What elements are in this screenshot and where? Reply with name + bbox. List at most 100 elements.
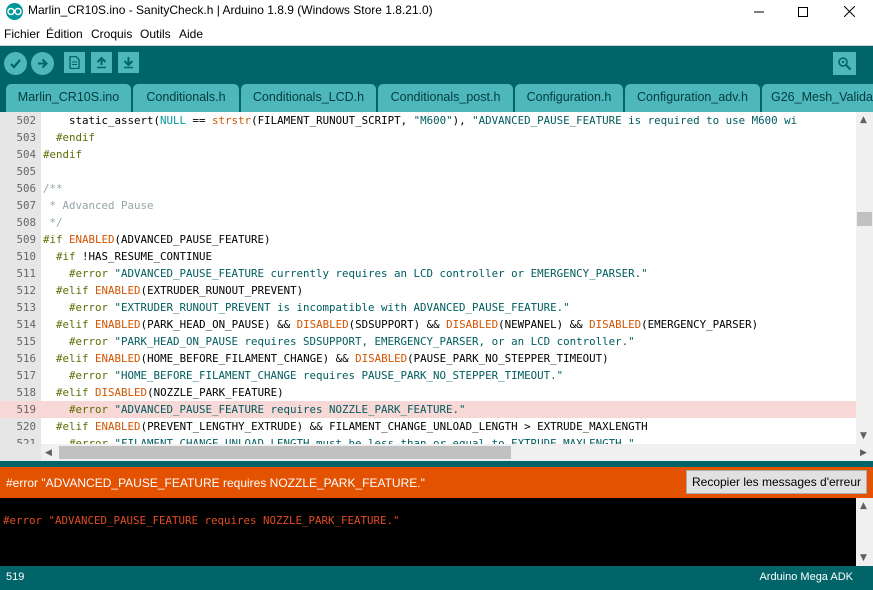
code-line[interactable]: 513 #error "EXTRUDER_RUNOUT_PREVENT is i… bbox=[0, 299, 856, 316]
code-text: #elif DISABLED(NOZZLE_PARK_FEATURE) bbox=[56, 386, 284, 399]
code-line[interactable]: 521 #error "FILAMENT_CHANGE_UNLOAD_LENGT… bbox=[0, 435, 856, 444]
line-number: 520 bbox=[16, 420, 36, 433]
code-line[interactable]: 502 static_assert(NULL == strstr(FILAMEN… bbox=[0, 112, 856, 129]
close-button[interactable] bbox=[826, 0, 872, 23]
code-text: static_assert(NULL == strstr(FILAMENT_RU… bbox=[43, 114, 798, 127]
code-text: /** bbox=[43, 182, 63, 195]
editor-vertical-scrollbar[interactable]: ▲ ▼ bbox=[856, 112, 873, 444]
code-text: #elif ENABLED(PREVENT_LENGTHY_EXTRUDE) &… bbox=[56, 420, 648, 433]
status-board-name: Arduino Mega ADK bbox=[759, 571, 853, 583]
scroll-left-icon[interactable]: ◀ bbox=[45, 448, 52, 458]
tab-conditionals-post-h[interactable]: Conditionals_post.h bbox=[378, 84, 513, 112]
menu-outils[interactable]: Outils bbox=[140, 27, 171, 41]
code-line[interactable]: 510 #if !HAS_RESUME_CONTINUE bbox=[0, 248, 856, 265]
code-line[interactable]: 503 #endif bbox=[0, 129, 856, 146]
tab-conditionals-lcd-h[interactable]: Conditionals_LCD.h bbox=[241, 84, 376, 112]
console-text: #error "ADVANCED_PAUSE_FEATURE requires … bbox=[3, 514, 400, 527]
code-text: #elif ENABLED(PARK_HEAD_ON_PAUSE) && DIS… bbox=[56, 318, 759, 331]
code-text: * Advanced Pause bbox=[43, 199, 154, 212]
menu-bar: Fichier Édition Croquis Outils Aide bbox=[0, 23, 873, 45]
line-number: 505 bbox=[16, 165, 36, 178]
line-number: 504 bbox=[16, 148, 36, 161]
code-line[interactable]: 506 /** bbox=[0, 180, 856, 197]
maximize-button[interactable] bbox=[780, 0, 826, 23]
line-number: 509 bbox=[16, 233, 36, 246]
code-line[interactable]: 514 #elif ENABLED(PARK_HEAD_ON_PAUSE) &&… bbox=[0, 316, 856, 333]
code-text: #error "EXTRUDER_RUNOUT_PREVENT is incom… bbox=[69, 301, 570, 314]
tab-marlin-cr10s-ino[interactable]: Marlin_CR10S.ino bbox=[6, 84, 131, 112]
scroll-down-icon[interactable]: ▼ bbox=[860, 431, 867, 441]
console-scroll-down-icon[interactable]: ▼ bbox=[860, 553, 867, 563]
tab-conditionals-h[interactable]: Conditionals.h bbox=[133, 84, 239, 112]
code-text: #elif ENABLED(EXTRUDER_RUNOUT_PREVENT) bbox=[56, 284, 304, 297]
editor-horizontal-scrollbar[interactable]: ◀ ▶ bbox=[41, 444, 873, 461]
code-line[interactable]: 517 #error "HOME_BEFORE_FILAMENT_CHANGE … bbox=[0, 367, 856, 384]
code-text: #error "FILAMENT_CHANGE_UNLOAD_LENGTH mu… bbox=[69, 437, 635, 444]
code-line[interactable]: 518 #elif DISABLED(NOZZLE_PARK_FEATURE) bbox=[0, 384, 856, 401]
toolbar bbox=[0, 45, 873, 79]
line-number: 506 bbox=[16, 182, 36, 195]
line-number: 518 bbox=[16, 386, 36, 399]
code-text: #if ENABLED(ADVANCED_PAUSE_FEATURE) bbox=[43, 233, 271, 246]
line-number: 513 bbox=[16, 301, 36, 314]
error-message: #error "ADVANCED_PAUSE_FEATURE requires … bbox=[6, 476, 425, 490]
open-icon bbox=[96, 56, 107, 69]
code-line[interactable]: 504 #endif bbox=[0, 146, 856, 163]
line-number: 507 bbox=[16, 199, 36, 212]
code-text: */ bbox=[43, 216, 63, 229]
line-number: 514 bbox=[16, 318, 36, 331]
status-bar: 519 Arduino Mega ADK bbox=[0, 566, 873, 590]
save-button[interactable] bbox=[118, 52, 139, 73]
code-editor[interactable]: 502 static_assert(NULL == strstr(FILAMEN… bbox=[0, 112, 856, 444]
new-icon bbox=[69, 56, 80, 69]
window-title: Marlin_CR10S.ino - SanityCheck.h | Ardui… bbox=[28, 3, 433, 17]
console-scroll-up-icon[interactable]: ▲ bbox=[860, 501, 867, 511]
code-line[interactable]: 505 bbox=[0, 163, 856, 180]
arduino-logo-icon bbox=[6, 3, 23, 20]
menu-edition[interactable]: Édition bbox=[46, 27, 83, 41]
verify-button[interactable] bbox=[4, 52, 27, 75]
error-bar: #error "ADVANCED_PAUSE_FEATURE requires … bbox=[0, 467, 873, 498]
code-line[interactable]: 508 */ bbox=[0, 214, 856, 231]
code-line[interactable]: 519 #error "ADVANCED_PAUSE_FEATURE requi… bbox=[0, 401, 856, 418]
copy-error-messages-button[interactable]: Recopier les messages d'erreur bbox=[686, 470, 867, 494]
code-line[interactable]: 512 #elif ENABLED(EXTRUDER_RUNOUT_PREVEN… bbox=[0, 282, 856, 299]
menu-croquis[interactable]: Croquis bbox=[91, 27, 132, 41]
code-text: #endif bbox=[56, 131, 96, 144]
console-scrollbar[interactable]: ▲ ▼ bbox=[856, 498, 873, 566]
code-text: #elif ENABLED(HOME_BEFORE_FILAMENT_CHANG… bbox=[56, 352, 609, 365]
line-number: 503 bbox=[16, 131, 36, 144]
code-line[interactable]: 511 #error "ADVANCED_PAUSE_FEATURE curre… bbox=[0, 265, 856, 282]
console-output[interactable]: #error "ADVANCED_PAUSE_FEATURE requires … bbox=[0, 498, 856, 566]
line-number: 511 bbox=[16, 267, 36, 280]
scroll-right-icon[interactable]: ▶ bbox=[860, 448, 867, 458]
minimize-button[interactable] bbox=[736, 0, 782, 23]
upload-button[interactable] bbox=[31, 52, 54, 75]
code-text: #error "HOME_BEFORE_FILAMENT_CHANGE requ… bbox=[69, 369, 564, 382]
tab-configuration-adv-h[interactable]: Configuration_adv.h bbox=[625, 84, 760, 112]
serial-monitor-icon bbox=[838, 57, 852, 71]
menu-aide[interactable]: Aide bbox=[179, 27, 203, 41]
line-number: 517 bbox=[16, 369, 36, 382]
tab-configuration-h[interactable]: Configuration.h bbox=[515, 84, 623, 112]
code-text: #error "ADVANCED_PAUSE_FEATURE requires … bbox=[69, 403, 466, 416]
code-line[interactable]: 520 #elif ENABLED(PREVENT_LENGTHY_EXTRUD… bbox=[0, 418, 856, 435]
tab-g26-mesh-validation[interactable]: G26_Mesh_Validation bbox=[762, 84, 873, 112]
code-text: #if !HAS_RESUME_CONTINUE bbox=[56, 250, 213, 263]
serial-monitor-button[interactable] bbox=[833, 52, 856, 75]
scrollbar-corner bbox=[0, 444, 41, 461]
code-line[interactable]: 515 #error "PARK_HEAD_ON_PAUSE requires … bbox=[0, 333, 856, 350]
vertical-scroll-thumb[interactable] bbox=[857, 212, 872, 226]
open-button[interactable] bbox=[91, 52, 112, 73]
menu-fichier[interactable]: Fichier bbox=[4, 27, 40, 41]
code-line[interactable]: 507 * Advanced Pause bbox=[0, 197, 856, 214]
new-button[interactable] bbox=[64, 52, 85, 73]
scroll-up-icon[interactable]: ▲ bbox=[860, 115, 867, 125]
code-line[interactable]: 509 #if ENABLED(ADVANCED_PAUSE_FEATURE) bbox=[0, 231, 856, 248]
code-line[interactable]: 516 #elif ENABLED(HOME_BEFORE_FILAMENT_C… bbox=[0, 350, 856, 367]
code-text: #error "PARK_HEAD_ON_PAUSE requires SDSU… bbox=[69, 335, 635, 348]
horizontal-scroll-thumb[interactable] bbox=[59, 446, 511, 459]
status-line-number: 519 bbox=[6, 571, 25, 583]
line-number: 512 bbox=[16, 284, 36, 297]
code-text: #error "ADVANCED_PAUSE_FEATURE currently… bbox=[69, 267, 648, 280]
